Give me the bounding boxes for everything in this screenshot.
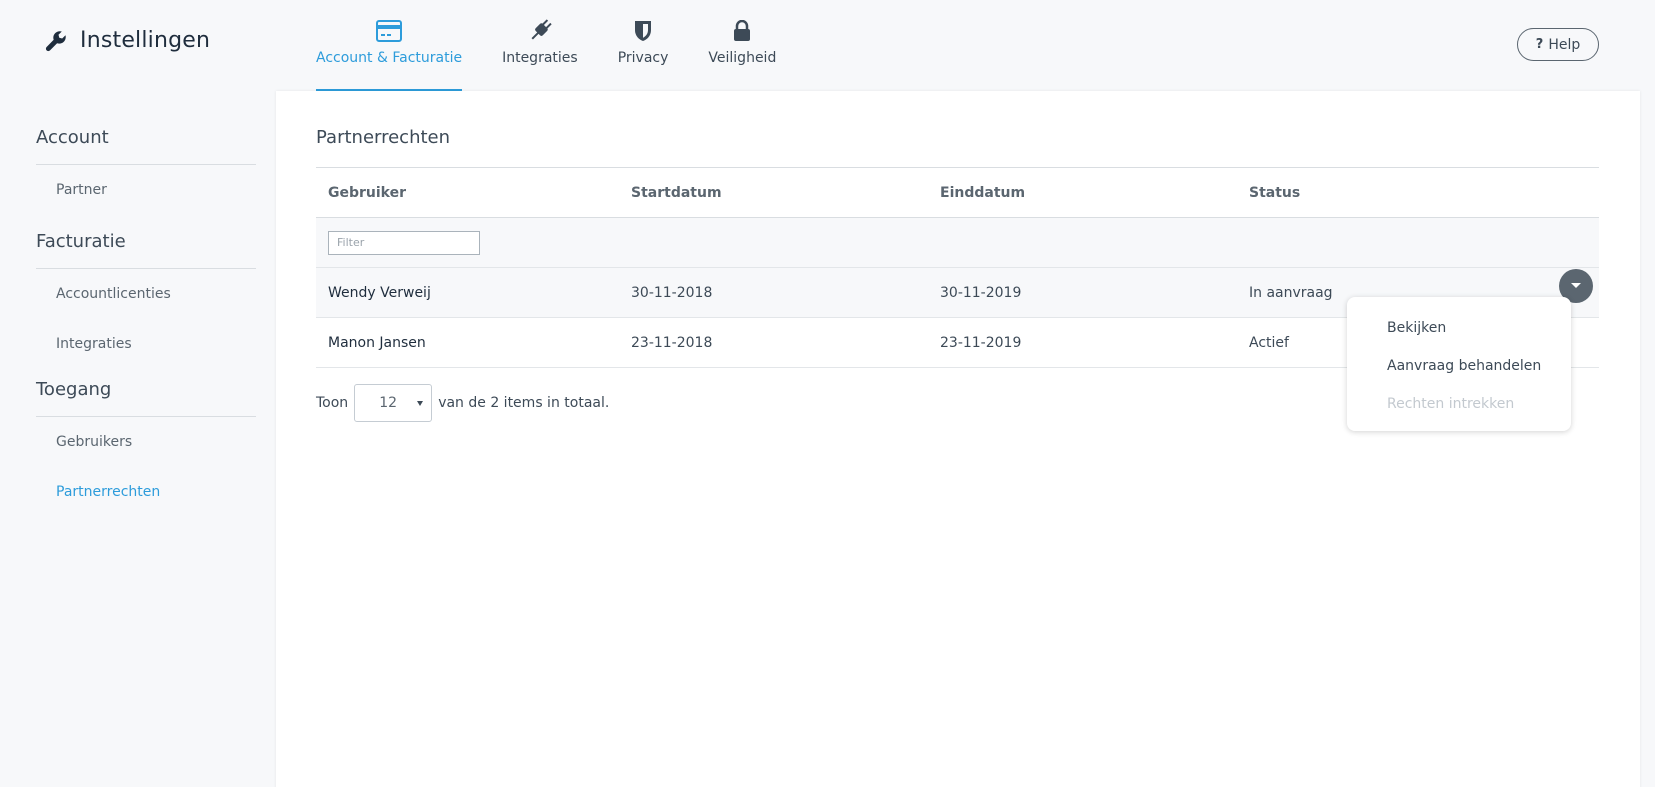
cell-einddatum: 23-11-2019 <box>940 334 1022 351</box>
column-header-gebruiker[interactable]: Gebruiker <box>316 185 619 201</box>
main-panel: Partnerrechten Gebruiker Startdatum Eind… <box>276 91 1640 787</box>
sidebar-section-facturatie: Facturatie Accountlicenties Integraties <box>36 215 256 369</box>
column-header-startdatum[interactable]: Startdatum <box>619 185 928 201</box>
tab-veiligheid[interactable]: Veiligheid <box>688 0 796 91</box>
cell-gebruiker: Wendy Verweij <box>328 284 431 301</box>
status-text: Actief <box>1249 334 1289 351</box>
sidebar-item-accountlicenties[interactable]: Accountlicenties <box>36 269 256 319</box>
menu-item-aanvraag-behandelen[interactable]: Aanvraag behandelen <box>1347 347 1571 385</box>
section-title: Partnerrechten <box>316 127 451 148</box>
filter-input[interactable] <box>328 230 480 255</box>
credit-card-icon <box>376 18 403 44</box>
menu-item-bekijken[interactable]: Bekijken <box>1347 309 1571 347</box>
status-text: In aanvraag <box>1249 284 1333 301</box>
tab-integraties[interactable]: Integraties <box>482 0 598 91</box>
column-header-einddatum[interactable]: Einddatum <box>928 185 1237 201</box>
plug-icon <box>527 18 553 44</box>
table-header: Gebruiker Startdatum Einddatum Status <box>316 168 1599 218</box>
page-title: Instellingen <box>80 28 211 53</box>
caret-down-icon <box>1571 283 1581 288</box>
sidebar-section-title: Toegang <box>36 369 256 417</box>
pagination: Toon 12 van de 2 items in totaal. <box>316 384 609 422</box>
top-header: Instellingen Account & Facturatie Integr… <box>0 0 1655 91</box>
shield-icon <box>633 18 653 44</box>
tab-bar: Account & Facturatie Integraties Privacy… <box>316 0 796 91</box>
cell-einddatum: 30-11-2019 <box>940 284 1022 301</box>
sidebar-section-toegang: Toegang Gebruikers Partnerrechten <box>36 369 256 517</box>
question-icon: ? <box>1535 37 1544 52</box>
caret-down-icon <box>417 401 424 406</box>
menu-item-rechten-intrekken: Rechten intrekken <box>1387 396 1515 412</box>
cell-gebruiker: Manon Jansen <box>328 334 426 351</box>
sidebar-item-partnerrechten[interactable]: Partnerrechten <box>36 467 256 517</box>
tab-account-facturatie[interactable]: Account & Facturatie <box>316 0 482 91</box>
tab-label: Account & Facturatie <box>316 50 463 66</box>
tab-label: Veiligheid <box>708 50 777 66</box>
pager-show-label: Toon <box>316 395 349 411</box>
tab-privacy[interactable]: Privacy <box>598 0 689 91</box>
sidebar-section-title: Facturatie <box>36 215 256 269</box>
filter-row <box>316 218 1599 268</box>
cell-startdatum: 23-11-2018 <box>631 334 713 351</box>
sidebar: Account Partner Facturatie Accountlicent… <box>36 91 256 517</box>
sidebar-item-partner[interactable]: Partner <box>36 165 256 215</box>
tab-label: Privacy <box>617 50 669 66</box>
sidebar-item-integraties[interactable]: Integraties <box>36 319 256 369</box>
page-size-value: 12 <box>379 395 398 411</box>
app-root: Instellingen Account & Facturatie Integr… <box>0 0 1655 787</box>
pager-total-text: van de 2 items in totaal. <box>438 395 610 411</box>
sidebar-section-title: Account <box>36 91 256 165</box>
help-button[interactable]: ? Help <box>1517 28 1599 61</box>
row-actions-menu: Bekijken Aanvraag behandelen Rechten int… <box>1347 297 1571 431</box>
lock-icon <box>733 18 751 44</box>
cell-startdatum: 30-11-2018 <box>631 284 713 301</box>
tab-label: Integraties <box>502 50 578 66</box>
column-header-status[interactable]: Status <box>1237 185 1599 201</box>
help-label: Help <box>1548 36 1581 53</box>
sidebar-section-account: Account Partner <box>36 91 256 215</box>
wrench-icon <box>45 30 66 51</box>
page-size-select[interactable]: 12 <box>354 384 433 422</box>
app-title: Instellingen <box>44 28 210 53</box>
sidebar-item-gebruikers[interactable]: Gebruikers <box>36 417 256 467</box>
